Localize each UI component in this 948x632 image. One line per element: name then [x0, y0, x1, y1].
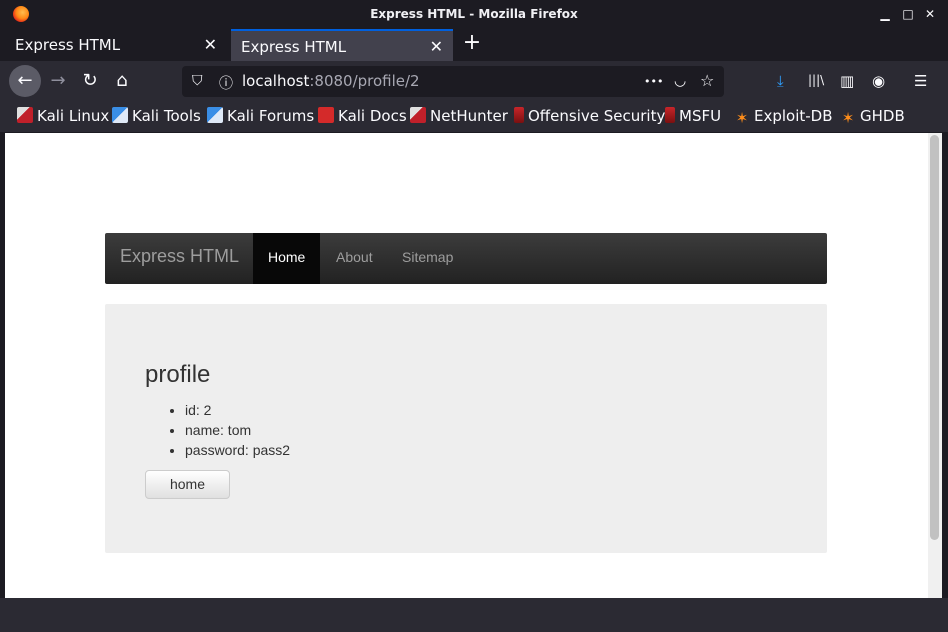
- url-bar[interactable]: ⛉ ⓘ localhost:8080/profile/2 ••• ◡ ☆: [182, 66, 724, 97]
- msfu-icon: [665, 107, 675, 123]
- offsec-icon: [514, 107, 524, 123]
- bookmark-label: NetHunter: [430, 107, 508, 125]
- home-link-button[interactable]: home: [145, 470, 230, 499]
- bookmark-offensive-security[interactable]: Offensive Security: [514, 107, 665, 127]
- tab-label: Express HTML: [241, 38, 347, 56]
- window-close-button[interactable]: ✕: [923, 7, 937, 21]
- site-info-icon[interactable]: ⓘ: [219, 73, 233, 93]
- bookmark-ghdb[interactable]: ✶ GHDB: [840, 107, 905, 127]
- site-brand[interactable]: Express HTML: [120, 246, 239, 267]
- bookmark-label: Offensive Security: [528, 107, 666, 125]
- kali-icon: [17, 107, 33, 123]
- new-tab-button[interactable]: +: [461, 32, 483, 54]
- bookmark-star-icon[interactable]: ☆: [700, 71, 714, 90]
- profile-field-password: password: pass2: [185, 440, 290, 460]
- app-menu-icon[interactable]: ☰: [914, 72, 927, 90]
- tracking-shield-icon[interactable]: ⛉: [192, 73, 203, 89]
- bookmark-label: Kali Docs: [338, 107, 407, 125]
- bookmark-label: Kali Linux: [37, 107, 110, 125]
- tab-close-icon[interactable]: ✕: [204, 35, 217, 54]
- window-bottom-frame: [0, 598, 948, 632]
- tab-strip: Express HTML ✕ Express HTML ✕ +: [0, 29, 948, 61]
- profile-panel: profile id: 2 name: tom password: pass2 …: [105, 304, 827, 553]
- minimize-button[interactable]: ▁: [878, 7, 892, 21]
- nav-toolbar: ← → ↻ ⌂ ⛉ ⓘ localhost:8080/profile/2 •••…: [0, 61, 948, 102]
- site-navbar: Express HTML Home About Sitemap: [105, 233, 827, 284]
- bookmark-exploit-db[interactable]: ✶ Exploit-DB: [734, 107, 833, 127]
- sidebar-icon[interactable]: ▥: [840, 72, 854, 90]
- nav-sitemap[interactable]: Sitemap: [387, 233, 468, 284]
- vertical-scrollbar[interactable]: [928, 133, 942, 598]
- bookmark-msfu[interactable]: MSFU: [665, 107, 721, 127]
- profile-field-list: id: 2 name: tom password: pass2: [185, 400, 290, 460]
- browser-window: Express HTML - Mozilla Firefox ▁ □ ✕ Exp…: [0, 0, 948, 632]
- back-button[interactable]: ←: [9, 65, 41, 97]
- tab-close-icon[interactable]: ✕: [430, 37, 443, 56]
- profile-field-id: id: 2: [185, 400, 290, 420]
- bookmark-label: Kali Tools: [132, 107, 201, 125]
- bookmark-label: GHDB: [860, 107, 905, 125]
- exploit-db-icon: ✶: [735, 109, 749, 127]
- tab-label: Express HTML: [15, 36, 121, 54]
- bookmark-kali-tools[interactable]: Kali Tools: [112, 107, 201, 127]
- scrollbar-thumb[interactable]: [930, 135, 939, 540]
- kali-forums-icon: [207, 107, 223, 123]
- bookmark-nethunter[interactable]: NetHunter: [410, 107, 508, 127]
- ghdb-icon: ✶: [841, 109, 855, 127]
- maximize-button[interactable]: □: [901, 7, 915, 21]
- reload-button[interactable]: ↻: [74, 65, 106, 97]
- nav-about[interactable]: About: [321, 233, 388, 284]
- tab-express-html-1[interactable]: Express HTML ✕: [5, 29, 227, 61]
- bookmark-kali-docs[interactable]: Kali Docs: [318, 107, 407, 127]
- bookmarks-toolbar: Kali Linux Kali Tools Kali Forums Kali D…: [0, 102, 948, 132]
- bookmark-kali-forums[interactable]: Kali Forums: [207, 107, 314, 127]
- nav-home[interactable]: Home: [253, 233, 321, 284]
- nethunter-icon: [410, 107, 426, 123]
- downloads-icon[interactable]: ⤓: [777, 72, 784, 90]
- url-path: :8080/profile/2: [309, 72, 420, 90]
- window-title: Express HTML - Mozilla Firefox: [370, 7, 578, 21]
- url-text[interactable]: localhost:8080/profile/2: [242, 72, 420, 90]
- pocket-icon[interactable]: ◡: [674, 73, 686, 89]
- profile-field-name: name: tom: [185, 420, 290, 440]
- bookmark-label: Kali Forums: [227, 107, 315, 125]
- bookmark-kali-linux[interactable]: Kali Linux: [17, 107, 109, 127]
- kali-docs-icon: [318, 107, 334, 123]
- bookmark-label: MSFU: [679, 107, 722, 125]
- tab-express-html-2[interactable]: Express HTML ✕: [231, 29, 453, 61]
- url-host: localhost: [242, 72, 310, 90]
- library-icon[interactable]: |||\: [808, 73, 824, 87]
- page-viewport: Express HTML Home About Sitemap profile …: [5, 133, 928, 598]
- title-bar: Express HTML - Mozilla Firefox ▁ □ ✕: [0, 0, 948, 29]
- kali-tools-icon: [112, 107, 128, 123]
- bookmark-label: Exploit-DB: [754, 107, 833, 125]
- account-icon[interactable]: ◉: [872, 72, 885, 90]
- home-button[interactable]: ⌂: [106, 65, 138, 97]
- page-title: profile: [145, 361, 211, 388]
- forward-button[interactable]: →: [42, 65, 74, 97]
- page-actions-icon[interactable]: •••: [644, 75, 663, 88]
